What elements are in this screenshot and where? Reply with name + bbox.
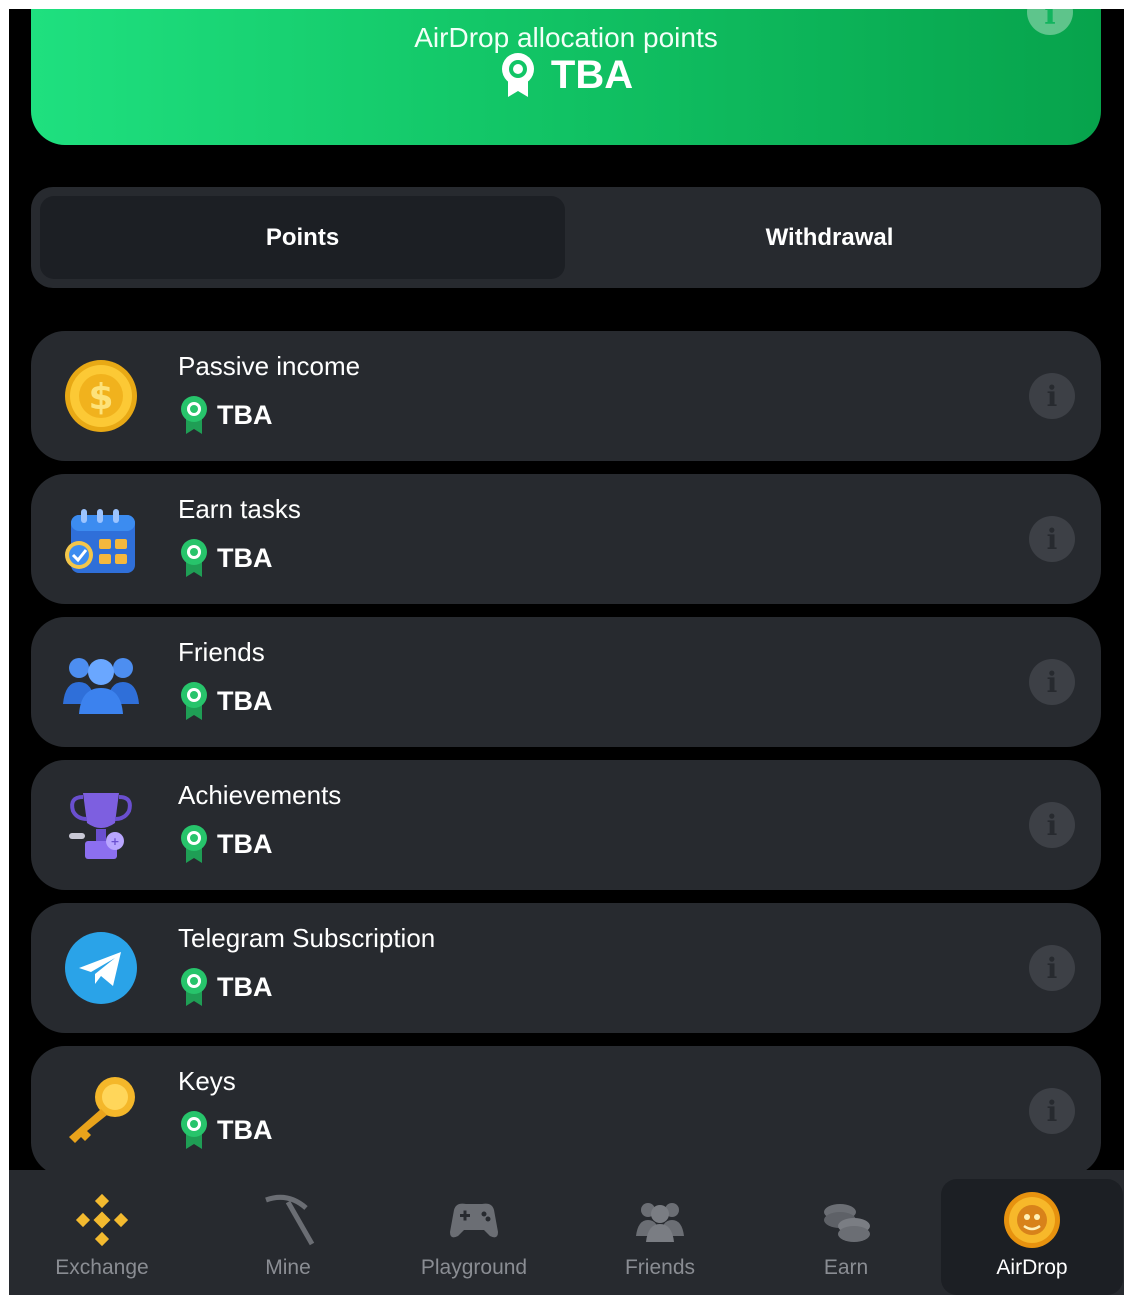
gold-coin-icon: $ <box>65 360 137 432</box>
key-icon <box>69 1077 135 1143</box>
info-icon[interactable]: i <box>1029 945 1075 991</box>
list-item-telegram-subscription[interactable]: Telegram Subscription TBA i <box>31 903 1101 1033</box>
item-points: TBA <box>179 681 273 721</box>
friends-icon <box>636 1203 684 1242</box>
nav-playground[interactable]: Playground <box>381 1170 567 1295</box>
info-icon[interactable]: i <box>1029 373 1075 419</box>
nav-label: Mine <box>265 1256 311 1279</box>
item-value: TBA <box>217 542 273 573</box>
item-value: TBA <box>217 828 273 859</box>
coins-icon <box>824 1204 870 1242</box>
tab-bar: Points Withdrawal <box>31 187 1101 288</box>
medal-icon <box>181 1111 207 1149</box>
nav-label: Playground <box>420 1256 528 1279</box>
nav-airdrop[interactable]: AirDrop <box>941 1179 1123 1295</box>
banner-value: TBA <box>550 52 634 97</box>
calendar-tasks-icon <box>65 509 135 573</box>
item-points: TBA <box>179 824 273 864</box>
info-icon[interactable]: i <box>1029 516 1075 562</box>
svg-text:+: + <box>110 835 119 848</box>
item-points: TBA <box>179 538 273 578</box>
svg-text:$: $ <box>88 377 113 418</box>
item-title: Passive income <box>178 351 361 381</box>
medal-icon <box>181 682 207 720</box>
item-value: TBA <box>217 399 273 430</box>
medal-icon <box>181 825 207 863</box>
trophy-icon: + <box>69 793 132 859</box>
gamepad-icon <box>450 1203 498 1238</box>
item-value: TBA <box>217 685 273 716</box>
airdrop-coin-icon <box>1004 1192 1060 1248</box>
airdrop-banner: AirDrop allocation points TBA i <box>31 9 1101 145</box>
item-points: TBA <box>179 1110 273 1150</box>
nav-label: AirDrop <box>996 1256 1068 1279</box>
item-title: Keys <box>178 1066 236 1096</box>
medal-icon <box>181 396 207 434</box>
nav-mine[interactable]: Mine <box>195 1170 381 1295</box>
tab-withdrawal[interactable]: Withdrawal <box>567 196 1092 279</box>
binance-icon <box>75 1193 129 1247</box>
info-icon[interactable]: i <box>1029 802 1075 848</box>
nav-friends[interactable]: Friends <box>567 1170 753 1295</box>
medal-icon <box>501 53 534 97</box>
telegram-icon <box>65 932 137 1004</box>
list-item-earn-tasks[interactable]: Earn tasks TBA i <box>31 474 1101 604</box>
item-title: Friends <box>178 637 265 667</box>
item-points: TBA <box>179 967 273 1007</box>
pickaxe-icon <box>265 1194 315 1246</box>
list-item-friends[interactable]: Friends TBA i <box>31 617 1101 747</box>
nav-earn[interactable]: Earn <box>753 1170 939 1295</box>
info-icon[interactable]: i <box>1029 659 1075 705</box>
tab-points[interactable]: Points <box>40 196 565 279</box>
list-item-keys[interactable]: Keys TBA i <box>31 1046 1101 1176</box>
banner-points: TBA <box>31 51 1101 99</box>
item-value: TBA <box>217 971 273 1002</box>
app-frame: AirDrop allocation points TBA i Points W… <box>9 9 1124 1295</box>
medal-icon <box>181 539 207 577</box>
list-item-passive-income[interactable]: $ Passive income TBA i <box>31 331 1101 461</box>
item-title: Achievements <box>178 780 342 810</box>
medal-icon <box>181 968 207 1006</box>
list-item-achievements[interactable]: + Achievements TBA i <box>31 760 1101 890</box>
info-icon[interactable]: i <box>1029 1088 1075 1134</box>
item-points: TBA <box>179 395 273 435</box>
item-title: Earn tasks <box>178 494 301 524</box>
bottom-nav: Exchange Mine Playground Friends Earn Ai… <box>9 1170 1124 1295</box>
item-title: Telegram Subscription <box>178 923 436 953</box>
nav-label: Friends <box>624 1256 696 1279</box>
banner-title: AirDrop allocation points <box>414 22 718 53</box>
item-value: TBA <box>217 1114 273 1145</box>
friends-group-icon <box>63 658 139 714</box>
nav-exchange[interactable]: Exchange <box>9 1170 195 1295</box>
nav-label: Exchange <box>55 1256 149 1279</box>
nav-label: Earn <box>823 1256 869 1279</box>
